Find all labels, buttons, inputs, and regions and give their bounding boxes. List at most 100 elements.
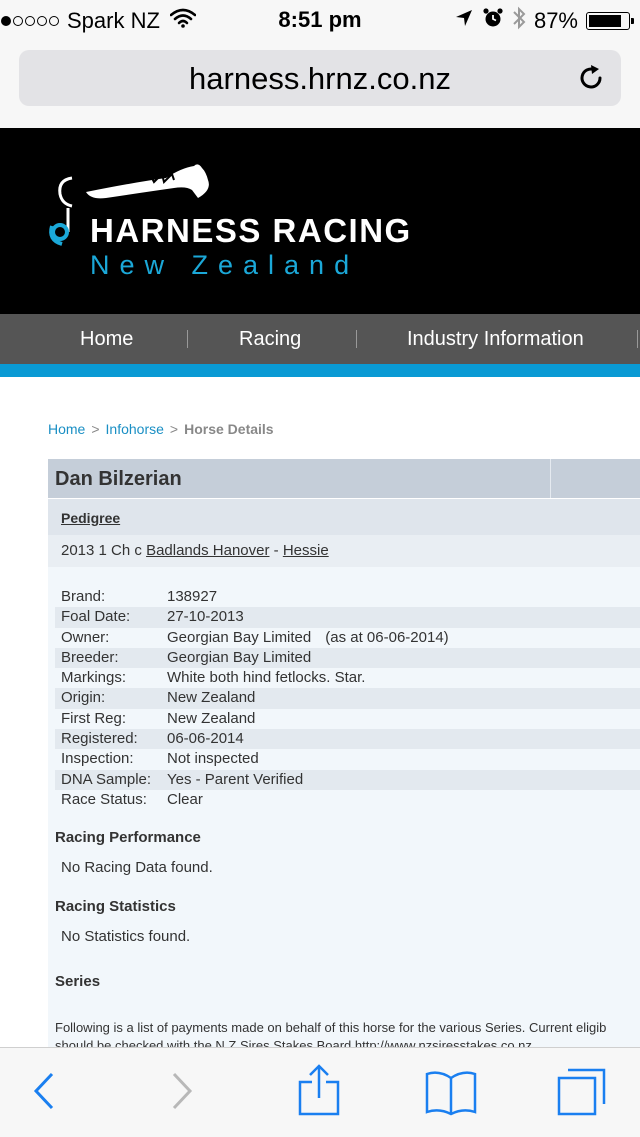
forward-icon[interactable] [170,1068,196,1119]
racing-performance-text: No Racing Data found. [61,859,213,876]
detail-value-text: Georgian Bay Limited [167,628,312,646]
detail-value-text: New Zealand [167,689,256,707]
detail-value: Clear [167,790,203,810]
pedigree-summary: 2013 1 Ch c [61,542,142,559]
detail-label: Inspection: [61,750,134,768]
detail-value: White both hind fetlocks. Star. [167,668,365,688]
url-text[interactable]: harness.hrnz.co.nz [19,61,621,97]
nav-home[interactable]: Home [80,314,133,364]
detail-label: Brand: [61,588,106,605]
detail-row: Inspection: Not inspected [55,749,640,769]
status-bar: Spark NZ 8:51 pm 87% [0,0,640,40]
nav-divider [187,330,188,348]
breadcrumb: Home > Infohorse > Horse Details [48,421,274,437]
detail-row: Breeder: Georgian Bay Limited [55,647,640,669]
location-arrow-icon [454,8,474,34]
signal-strength-icon [1,16,59,26]
detail-value-text: 27-10-2013 [167,608,244,626]
battery-level [589,15,622,27]
detail-label: Owner: [61,628,110,646]
detail-value: 06-06-2014 [167,729,244,749]
nav-industry-information[interactable]: Industry Information [407,314,584,364]
breadcrumb-current: Horse Details [184,421,274,437]
breadcrumb-home[interactable]: Home [48,421,85,437]
detail-value-text: 06-06-2014 [167,730,244,748]
detail-value: Georgian Bay Limited (as at 06-06-2014) [167,628,449,648]
detail-row: DNA Sample: Yes - Parent Verified [55,769,640,790]
racing-performance-heading: Racing Performance [55,829,201,846]
nav-racing[interactable]: Racing [239,314,301,364]
signal-dot [25,16,35,26]
pedigree-link[interactable]: Pedigree [61,510,120,526]
alarm-clock-icon [482,7,504,35]
wifi-icon [169,8,197,34]
pedigree-header: Pedigree [48,499,640,535]
pedigree-line: 2013 1 Ch c Badlands Hanover - Hessie [61,542,329,559]
detail-value: 138927 [167,587,217,607]
detail-label: Markings: [61,669,127,687]
detail-row: Race Status: Clear [55,790,640,810]
series-heading: Series [55,973,101,990]
back-icon[interactable] [30,1068,56,1119]
dam-link[interactable]: Hessie [283,542,329,559]
detail-row: Foal Date: 27-10-2013 [55,607,640,628]
sire-link[interactable]: Badlands Hanover [146,542,269,559]
detail-value-text: White both hind fetlocks. Star. [167,669,366,687]
address-bar[interactable]: harness.hrnz.co.nz [19,50,621,106]
detail-row: Registered: 06-06-2014 [55,729,640,750]
detail-label: Foal Date: [61,608,131,626]
detail-value: New Zealand [167,688,255,708]
tabs-icon[interactable] [556,1066,608,1123]
bookmarks-icon[interactable] [423,1070,479,1121]
battery-percentage: 87% [533,8,578,33]
detail-value: Yes - Parent Verified [167,770,303,790]
battery-icon [586,12,634,30]
detail-label: Breeder: [61,648,119,666]
detail-value-text: 138927 [167,588,218,605]
detail-row: Markings: White both hind fetlocks. Star. [55,668,640,688]
details-table: Brand: 138927 Foal Date: 27-10-2013 Owner: Ge… [55,587,640,810]
detail-value-text: Georgian Bay Limited [167,648,312,666]
share-icon[interactable] [296,1064,342,1123]
detail-label: Registered: [61,730,138,748]
detail-value-text: Not inspected [167,750,259,768]
detail-value: 27-10-2013 [167,607,244,627]
detail-value-text: New Zealand [167,709,256,727]
logo-title: HARNESS RACING [90,212,412,249]
detail-row: Owner: Georgian Bay Limited (as at 06-06-2… [55,628,640,648]
breadcrumb-infohorse[interactable]: Infohorse [106,421,164,437]
browser-toolbar [0,1047,640,1137]
series-description: Following is a list of payments made on … [55,1019,640,1049]
breadcrumb-separator: > [91,421,100,437]
title-divider [550,459,551,498]
detail-value: New Zealand [167,709,255,729]
series-text-line: Following is a list of payments made on … [55,1020,607,1035]
nav-accent-stripe [0,364,640,377]
reload-icon[interactable] [577,63,607,93]
signal-dot [1,16,11,26]
detail-label: Origin: [61,689,106,707]
nav-divider [637,330,638,348]
signal-dot [13,16,23,26]
detail-value: Not inspected [167,749,259,769]
carrier-name: Spark NZ [67,8,160,33]
pedigree-separator: - [273,542,279,559]
signal-dot [37,16,47,26]
racing-statistics-heading: Racing Statistics [55,898,176,915]
logo-subtitle: New Zealand [90,250,360,280]
pedigree-row: 2013 1 Ch c Badlands Hanover - Hessie [48,535,640,567]
detail-value-text: Clear [167,790,203,808]
detail-value: Georgian Bay Limited [167,648,311,668]
bluetooth-icon [512,6,526,36]
horse-details-panel: Dan Bilzerian Pedigree 2013 1 Ch c Badla… [48,459,640,1049]
detail-value-text: Yes - Parent Verified [167,770,304,788]
detail-label: DNA Sample: [61,770,152,788]
browser-chrome: Spark NZ 8:51 pm 87% harness.hrnz.co.nz [0,0,640,128]
detail-row: Brand: 138927 [55,587,640,607]
detail-row: First Reg: New Zealand [55,709,640,729]
detail-label: Race Status: [61,790,147,808]
detail-row: Origin: New Zealand [55,688,640,709]
nav-divider [356,330,357,348]
detail-label: First Reg: [61,709,127,727]
horse-name: Dan Bilzerian [55,468,182,490]
